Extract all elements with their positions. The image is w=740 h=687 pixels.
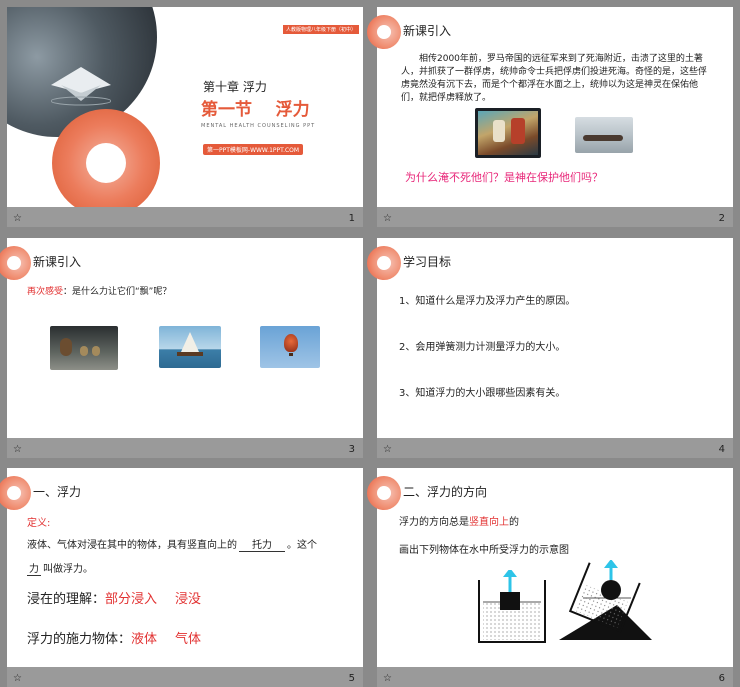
goal-item: 2、会用弹簧测力计测量浮力的大小。 [399, 342, 566, 353]
publisher-badge: 人教版物理八年级下册（初中） [282, 25, 359, 34]
hot-air-balloon-photo [260, 326, 320, 368]
header-circle-icon [0, 246, 31, 280]
star-icon: ☆ [13, 673, 22, 684]
star-icon: ☆ [383, 444, 392, 455]
prisoners-painting [475, 108, 541, 158]
section-title: 第一节 浮力 [201, 100, 310, 120]
slide-number: 2 [718, 213, 725, 224]
paper-boat-icon [51, 67, 111, 106]
slide-3[interactable]: 新课引入 再次感受：是什么力让它们“飘”呢？ ☆ 3 [0, 238, 363, 458]
orange-ring-decoration [52, 109, 160, 217]
immersion-label: 浸在的理解： [27, 592, 106, 607]
direction-line: 浮力的方向总是竖直向上的 [399, 513, 519, 528]
slide-5[interactable]: 一、浮力 定义: 液体、气体对浸在其中的物体，具有竖直向上的 托力 。这个 力叫做浮… [0, 468, 363, 687]
prompt-line: 再次感受：是什么力让它们“飘”呢？ [27, 284, 171, 297]
blank-answer-1: 托力 [239, 536, 285, 552]
prompt-text: ：是什么力让它们“飘”呢？ [63, 287, 172, 297]
slide-1[interactable]: 人教版物理八年级下册（初中） 第十章 浮力 第一节 浮力 MENTAL HEAL… [7, 7, 363, 227]
slide-title: 一、浮力 [33, 485, 82, 499]
english-subtitle: MENTAL HEALTH COUNSELING PPT [201, 123, 316, 129]
slide-footer: ☆ 3 [7, 438, 363, 458]
header-circle-icon [0, 476, 31, 510]
immersion-full: 浸没 [175, 592, 202, 607]
instruction-line: 画出下列物体在水中所受浮力的示意图 [399, 545, 569, 556]
slide-title: 学习目标 [403, 255, 452, 269]
slide-title: 新课引入 [403, 24, 452, 38]
definition-line-1: 液体、气体对浸在其中的物体，具有竖直向上的 托力 。这个 [27, 536, 317, 552]
direction-text-end: 的 [509, 517, 519, 528]
star-icon: ☆ [13, 444, 22, 455]
incline-beaker-with-ball-diagram [559, 560, 652, 640]
beaker-with-cube-diagram [478, 570, 546, 643]
definition-text: 。这个 [287, 540, 317, 551]
star-icon: ☆ [383, 213, 392, 224]
slide-footer: ☆ 2 [377, 207, 733, 227]
header-circle-icon [367, 15, 401, 49]
slide-number: 5 [348, 673, 355, 684]
slide-number: 4 [718, 444, 725, 455]
direction-answer: 竖直向上 [469, 517, 509, 528]
exerter-line: 浮力的施力物体：液体 气体 [27, 628, 201, 647]
immersion-line: 浸在的理解：部分浸入 浸没 [27, 588, 201, 607]
definition-text: 液体、气体对浸在其中的物体，具有竖直向上的 [27, 540, 237, 551]
goal-item: 3、知道浮力的大小跟哪些因素有关。 [399, 388, 566, 399]
star-icon: ☆ [383, 673, 392, 684]
exerter-liquid: 液体 [131, 632, 158, 647]
slide-title: 二、浮力的方向 [403, 485, 488, 499]
definition-line-2: 力叫做浮力。 [27, 560, 93, 576]
definition-label: 定义: [27, 518, 51, 529]
slide-6[interactable]: 二、浮力的方向 浮力的方向总是竖直向上的 画出下列物体在水中所受浮力的示意图 ☆… [367, 468, 733, 687]
dead-sea-photo [575, 117, 633, 153]
goal-item: 1、知道什么是浮力及浮力产生的原因。 [399, 296, 576, 307]
slide-footer: ☆ 6 [377, 667, 733, 687]
slide-number: 6 [718, 673, 725, 684]
slide-4[interactable]: 学习目标 1、知道什么是浮力及浮力产生的原因。 2、会用弹簧测力计测量浮力的大小… [367, 238, 733, 458]
slide-2[interactable]: 新课引入 相传2000年前，罗马帝国的远征军来到了死海附近，击溃了这里的土著人，… [367, 7, 733, 227]
header-circle-icon [367, 476, 401, 510]
slide-footer: ☆ 4 [377, 438, 733, 458]
slide-title: 新课引入 [33, 255, 82, 269]
header-circle-icon [367, 246, 401, 280]
site-badge[interactable]: 第一PPT模板网-WWW.1PPT.COM [203, 144, 304, 155]
slide-number: 1 [348, 213, 355, 224]
exerter-gas: 气体 [175, 632, 202, 647]
exerter-label: 浮力的施力物体： [27, 632, 132, 647]
question-text: 为什么淹不死他们？是神在保护他们吗？ [405, 171, 603, 184]
slide-number: 3 [348, 444, 355, 455]
prompt-label: 再次感受 [27, 287, 64, 297]
ducks-photo [50, 326, 118, 370]
star-icon: ☆ [13, 213, 22, 224]
immersion-partial: 部分浸入 [105, 592, 158, 607]
blank-answer-2: 力 [27, 560, 41, 576]
sailboat-photo [159, 326, 221, 368]
chapter-title: 第十章 浮力 [203, 80, 267, 94]
slide-footer: ☆ 5 [7, 667, 363, 687]
story-paragraph: 相传2000年前，罗马帝国的远征军来到了死海附近，击溃了这里的土著人，并抓获了一… [401, 54, 708, 103]
direction-text: 浮力的方向总是 [399, 517, 469, 528]
slide-footer: ☆ 1 [7, 207, 363, 227]
definition-text: 叫做浮力。 [43, 564, 93, 575]
